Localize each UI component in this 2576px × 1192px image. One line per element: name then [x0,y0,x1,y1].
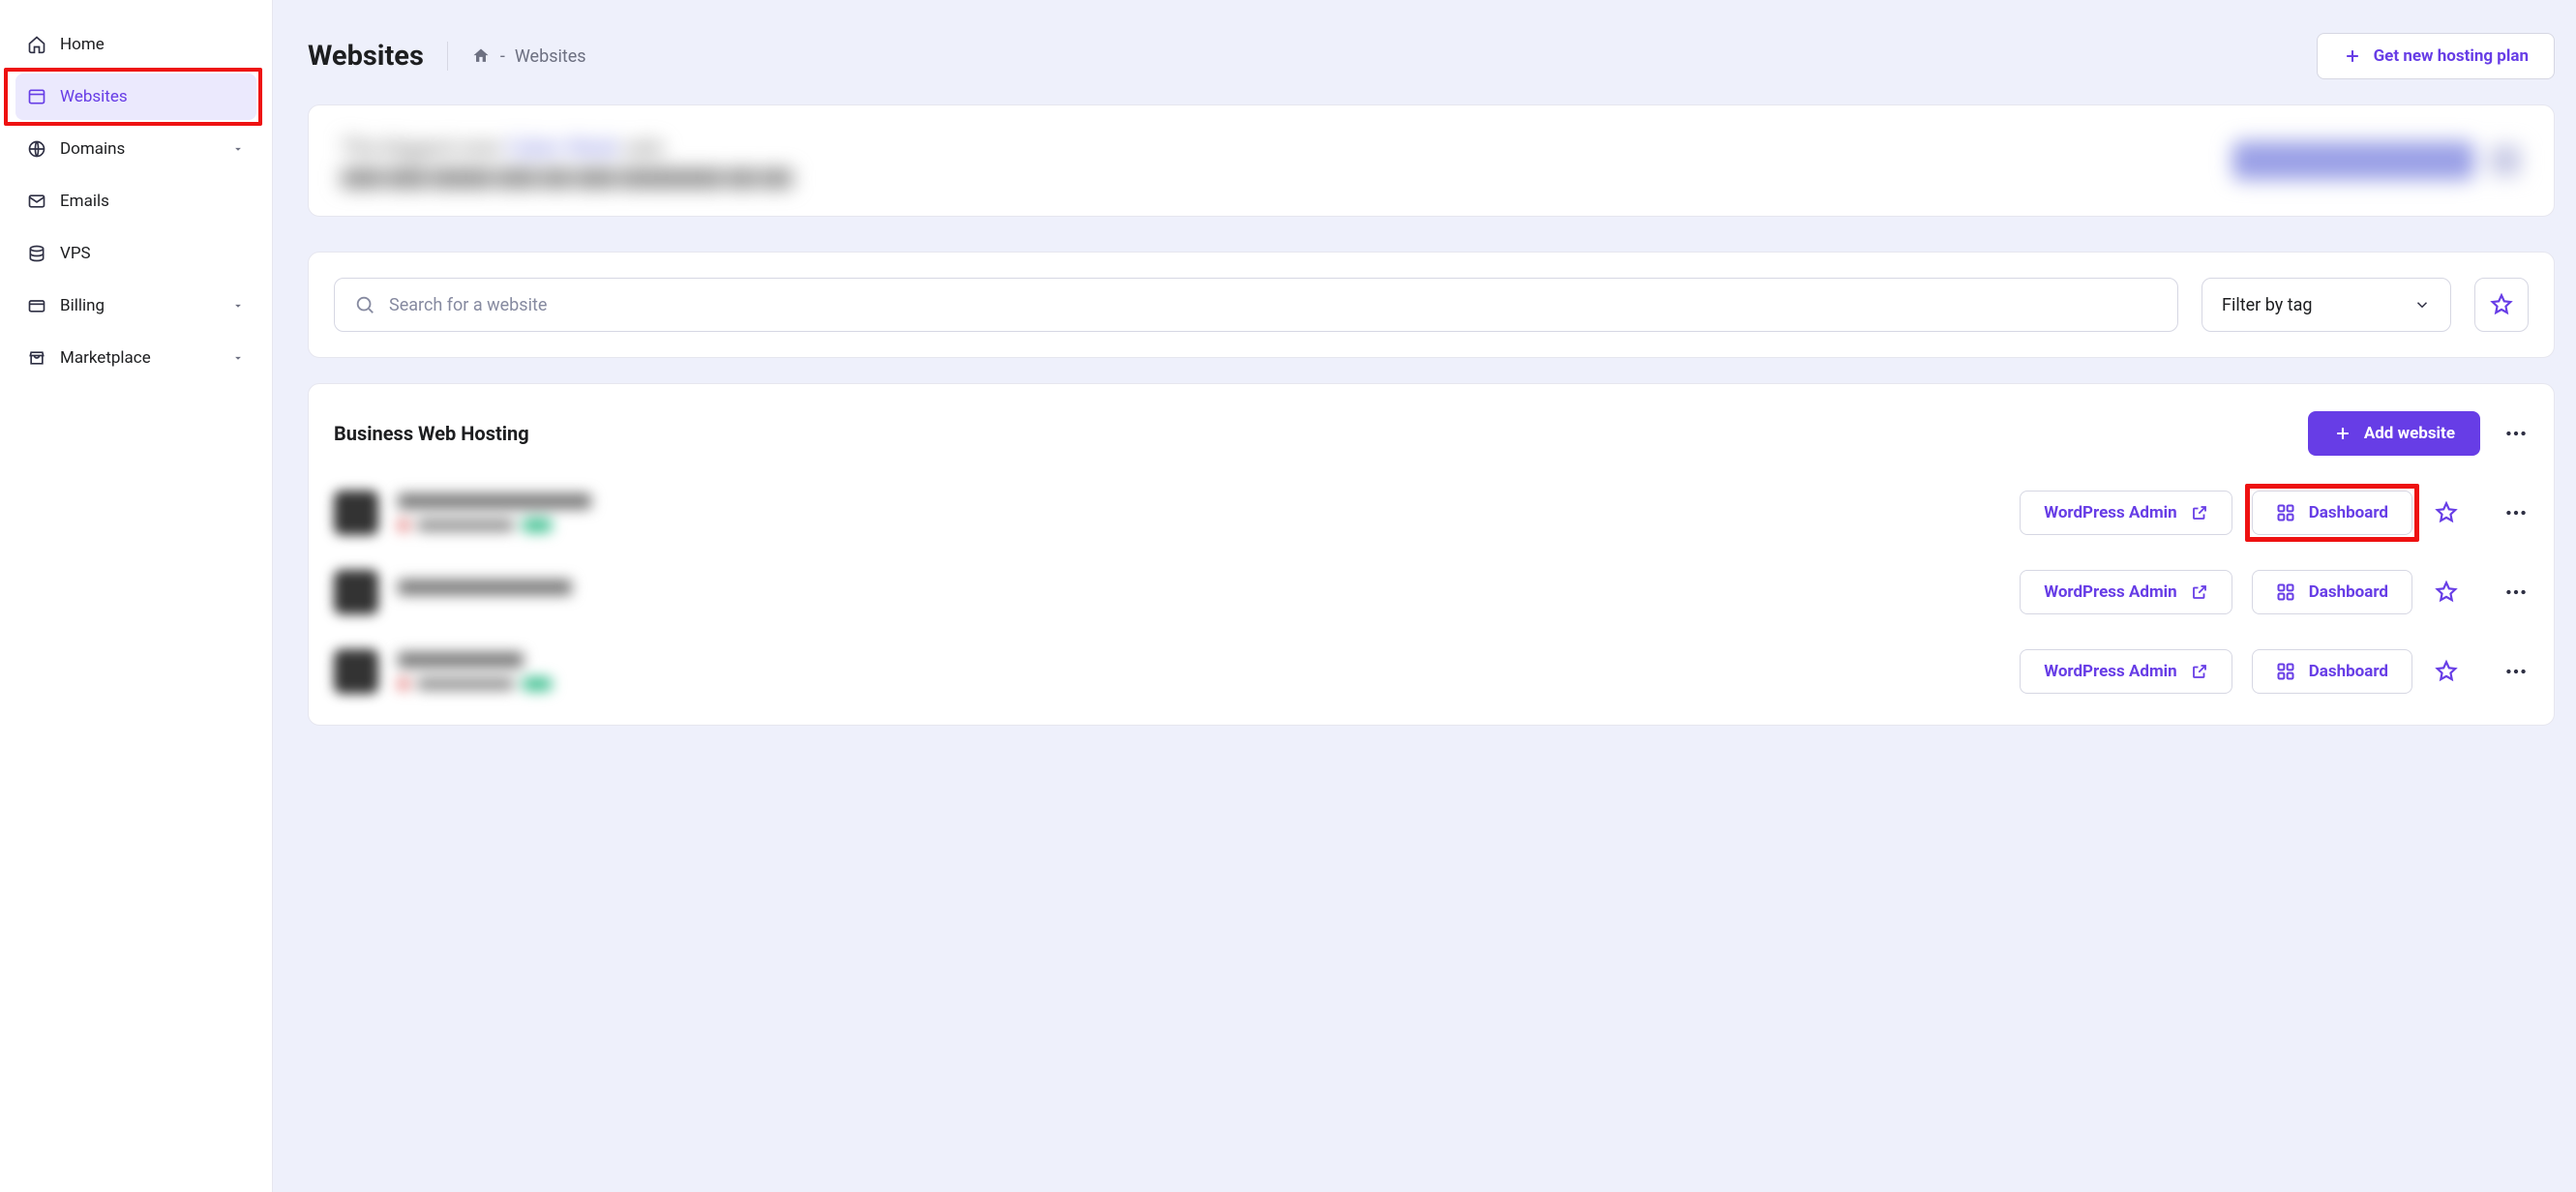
wordpress-admin-button[interactable]: WordPress Admin [2020,570,2232,614]
website-row: WordPress Admin Dashboard [334,632,2529,711]
blurred-text: The biggest ever Cyber Week sale ████ ██… [342,132,793,189]
site-thumbnail [334,649,378,694]
home-icon[interactable] [471,46,491,66]
wordpress-admin-button[interactable]: WordPress Admin [2020,491,2232,535]
sidebar-item-vps[interactable]: VPS [15,230,256,277]
promo-banner: The biggest ever Cyber Week sale ████ ██… [308,104,2555,217]
breadcrumb-current: Websites [515,46,586,67]
button-label: Dashboard [2309,582,2388,602]
search-panel: Filter by tag [308,252,2555,358]
credit-card-icon [27,296,46,315]
mail-icon [27,192,46,211]
grid-icon [2276,662,2295,681]
hosting-plan-card: Business Web Hosting Add website [308,383,2555,726]
window-icon [27,87,46,106]
search-input[interactable] [389,295,2158,315]
sidebar-item-label: Marketplace [60,348,151,368]
dashboard-button[interactable]: Dashboard [2252,491,2412,535]
button-label: Dashboard [2309,662,2388,681]
sidebar-item-billing[interactable]: Billing [15,283,256,329]
sidebar-item-home[interactable]: Home [15,21,256,68]
divider [447,42,448,71]
search-icon [354,294,375,315]
chevron-down-icon [231,351,245,365]
button-label: WordPress Admin [2044,582,2177,602]
wordpress-admin-button[interactable]: WordPress Admin [2020,649,2232,694]
plan-more-button[interactable] [2503,421,2529,446]
grid-icon [2276,503,2295,522]
site-thumbnail [334,570,378,614]
external-link-icon [2191,663,2208,680]
row-more-button[interactable] [2503,580,2529,605]
plus-icon [2343,46,2362,66]
sidebar-item-label: Emails [60,192,109,211]
sidebar: Home Websites Domains Emails [0,0,273,1192]
main-content: Websites - Websites Get new hosting plan… [273,0,2576,1192]
site-thumbnail [334,491,378,535]
row-more-button[interactable] [2503,500,2529,525]
favorite-toggle[interactable] [2432,657,2461,686]
sidebar-item-label: Home [60,35,105,54]
chevron-down-icon [2413,296,2431,313]
store-icon [27,348,46,368]
button-label: WordPress Admin [2044,662,2177,681]
sidebar-item-marketplace[interactable]: Marketplace [15,335,256,381]
page-header: Websites - Websites Get new hosting plan [308,33,2555,79]
site-info-blurred [398,580,572,605]
site-info-blurred [398,493,591,532]
get-hosting-plan-button[interactable]: Get new hosting plan [2317,33,2555,79]
favorites-filter-button[interactable] [2474,278,2529,332]
sidebar-item-label: Websites [60,87,128,106]
button-label: Dashboard [2309,503,2388,522]
sidebar-item-label: VPS [60,244,91,263]
button-label: Get new hosting plan [2374,46,2529,66]
website-row: WordPress Admin Dashboard [334,552,2529,632]
favorite-toggle[interactable] [2432,498,2461,527]
plan-header: Business Web Hosting Add website [334,411,2529,456]
dashboard-button[interactable]: Dashboard [2252,570,2412,614]
grid-icon [2276,582,2295,602]
search-input-wrapper[interactable] [334,278,2178,332]
button-label: Add website [2364,424,2455,443]
sidebar-item-label: Domains [60,139,125,159]
database-icon [27,244,46,263]
sidebar-item-label: Billing [60,296,105,315]
breadcrumb-sep: - [500,46,505,67]
external-link-icon [2191,504,2208,522]
dashboard-button[interactable]: Dashboard [2252,649,2412,694]
row-more-button[interactable] [2503,659,2529,684]
chevron-down-icon [231,142,245,156]
chevron-down-icon [231,299,245,313]
sidebar-item-domains[interactable]: Domains [15,126,256,172]
plus-icon [2333,424,2352,443]
website-row: WordPress Admin Dashboard [334,473,2529,552]
sidebar-item-websites[interactable]: Websites [15,74,256,120]
favorite-toggle[interactable] [2432,578,2461,607]
sidebar-item-emails[interactable]: Emails [15,178,256,224]
plan-title: Business Web Hosting [334,422,529,445]
add-website-button[interactable]: Add website [2308,411,2480,456]
external-link-icon [2191,583,2208,601]
site-info-blurred [398,652,553,691]
breadcrumb: - Websites [471,46,586,67]
globe-icon [27,139,46,159]
page-title: Websites [308,40,424,73]
filter-label: Filter by tag [2222,295,2312,315]
blurred-right [2232,141,2521,180]
button-label: WordPress Admin [2044,503,2177,522]
home-icon [27,35,46,54]
filter-by-tag-select[interactable]: Filter by tag [2202,278,2451,332]
